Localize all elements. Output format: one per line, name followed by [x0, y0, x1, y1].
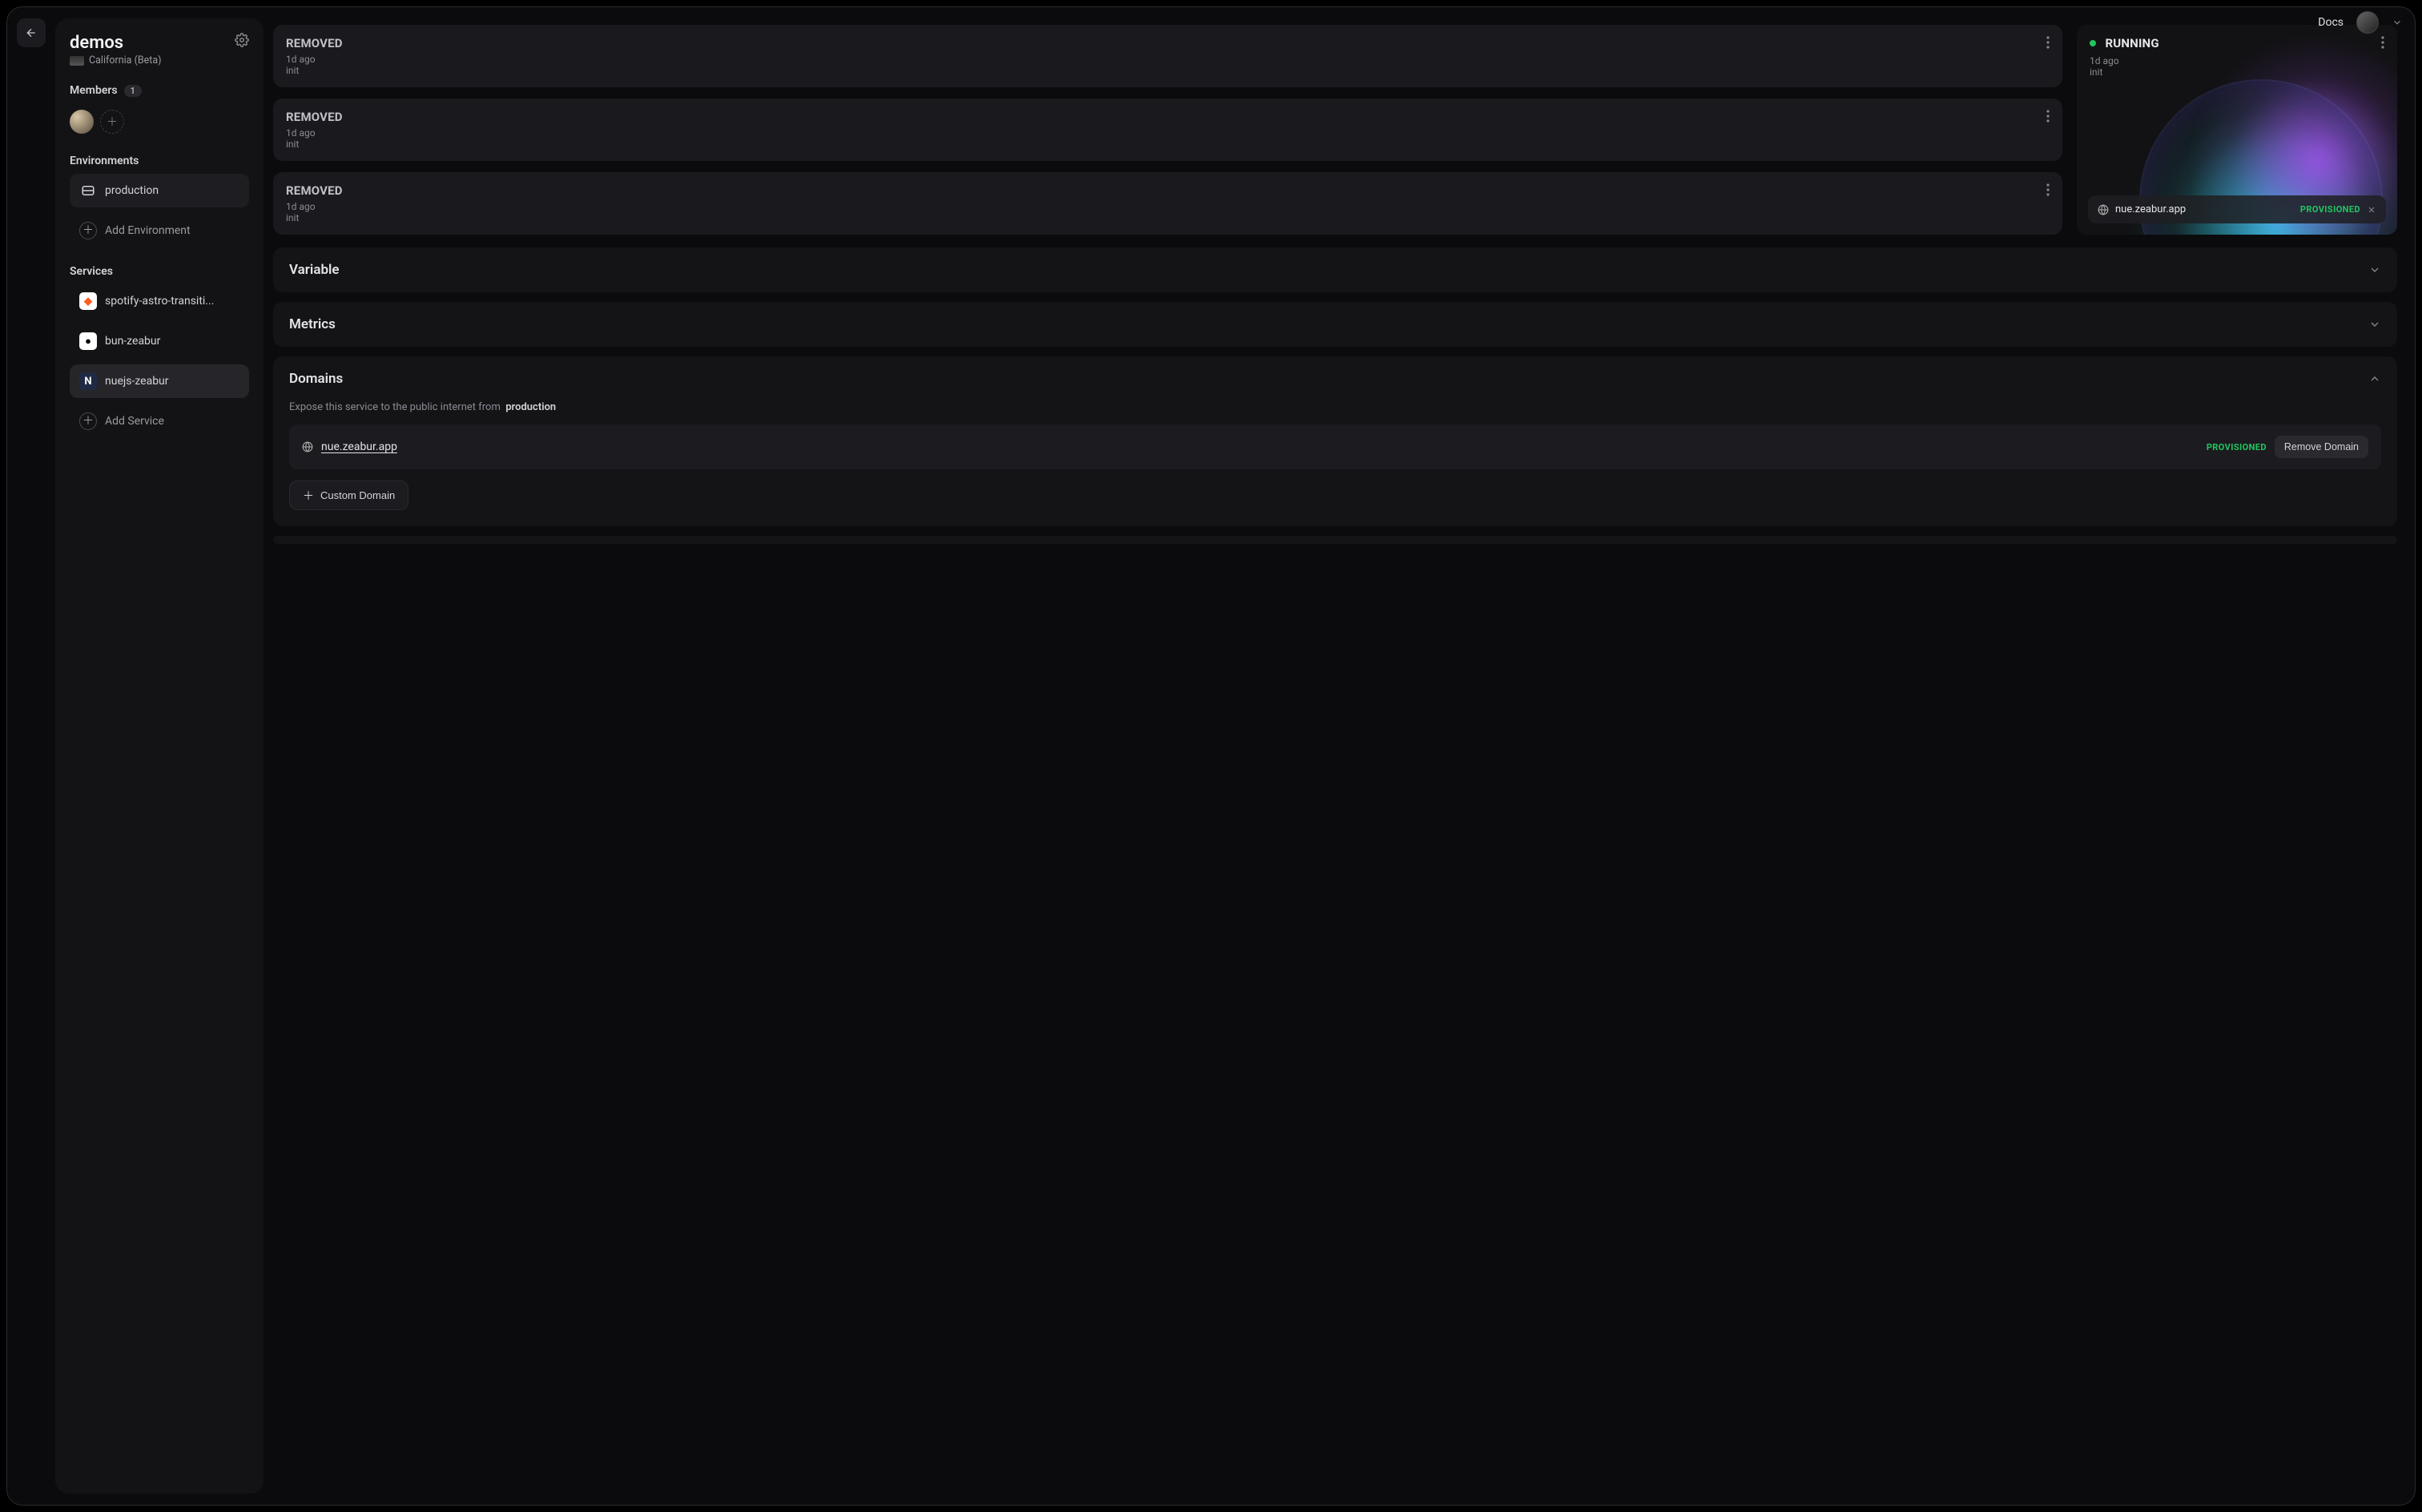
add-member-button[interactable]: ＋ — [100, 110, 124, 134]
back-button[interactable] — [17, 18, 46, 47]
globe-icon — [2098, 204, 2109, 215]
kebab-icon — [2046, 36, 2050, 49]
deployment-menu-button[interactable] — [2042, 33, 2054, 52]
variable-toggle[interactable]: Variable — [273, 247, 2397, 292]
deployment-time: 1d ago — [286, 201, 316, 212]
region-label: California (Beta) — [89, 54, 162, 66]
remove-domain-button[interactable]: Remove Domain — [2275, 436, 2368, 458]
section-title: Domains — [289, 371, 343, 387]
deployment-status: RUNNING — [2105, 36, 2158, 50]
custom-domain-button[interactable]: ＋ Custom Domain — [289, 481, 408, 510]
remove-domain-x-button[interactable] — [2367, 205, 2376, 215]
domains-toggle[interactable]: Domains — [273, 356, 2397, 401]
members-heading: Members 1 — [70, 84, 249, 97]
chevron-down-icon — [2368, 318, 2381, 331]
domain-url[interactable]: nue.zeabur.app — [2115, 203, 2186, 215]
members-count-badge: 1 — [124, 85, 142, 97]
deployment-card[interactable]: REMOVED 1d ago init — [273, 25, 2062, 87]
service-logo-icon: N — [79, 372, 97, 390]
plus-icon: ＋ — [303, 490, 314, 501]
aws-icon — [70, 56, 84, 66]
docs-link[interactable]: Docs — [2318, 16, 2344, 29]
running-deployment-card[interactable]: RUNNING 1d ago init nue.zeabur.app PR — [2077, 25, 2397, 235]
section-title: Variable — [289, 262, 340, 278]
service-item-label: spotify-astro-transiti... — [105, 295, 214, 308]
provisioned-label: PROVISIONED — [2207, 442, 2267, 452]
kebab-icon — [2046, 110, 2050, 123]
user-menu-chevron-icon[interactable] — [2392, 17, 2403, 28]
deployment-menu-button[interactable] — [2042, 180, 2054, 199]
service-item-label: bun-zeabur — [105, 335, 160, 348]
close-icon — [2367, 205, 2376, 215]
plus-circle-icon: ＋ — [79, 222, 97, 239]
chevron-up-icon — [2368, 372, 2381, 385]
environments-heading: Environments — [70, 155, 249, 167]
environments-label: Environments — [70, 155, 139, 167]
domain-pill: nue.zeabur.app PROVISIONED — [2088, 195, 2386, 223]
members-label: Members — [70, 84, 118, 97]
metrics-section: Metrics — [273, 302, 2397, 347]
service-item-spotify-astro[interactable]: ◆ spotify-astro-transiti... — [70, 284, 249, 318]
service-logo-icon: ● — [79, 332, 97, 350]
project-modal: demos California (Beta) Members 1 ＋ Envi… — [6, 6, 2416, 1506]
project-name: demos — [70, 33, 162, 53]
chevron-down-icon — [2368, 263, 2381, 276]
user-avatar[interactable] — [2356, 11, 2379, 34]
environment-icon — [79, 182, 97, 199]
domain-url-link[interactable]: nue.zeabur.app — [321, 440, 397, 453]
project-region: California (Beta) — [70, 54, 162, 66]
plus-circle-icon: ＋ — [79, 412, 97, 430]
metrics-toggle[interactable]: Metrics — [273, 302, 2397, 347]
deployment-status: REMOVED — [286, 183, 2050, 198]
service-item-label: nuejs-zeabur — [105, 375, 169, 388]
add-service-button[interactable]: ＋ Add Service — [70, 404, 249, 438]
kebab-icon — [2046, 183, 2050, 196]
provisioned-label: PROVISIONED — [2300, 204, 2360, 215]
member-avatar[interactable] — [70, 110, 94, 134]
section-peek — [273, 536, 2397, 544]
custom-domain-label: Custom Domain — [320, 489, 395, 501]
topbar: Docs — [2299, 0, 2422, 45]
deployment-ref: init — [286, 212, 299, 223]
deployment-ref: init — [286, 65, 299, 76]
services-label: Services — [70, 265, 113, 278]
gear-icon — [235, 33, 249, 47]
domains-section: Domains Expose this service to the publi… — [273, 356, 2397, 526]
service-detail-pane: REMOVED 1d ago init REMOVED 1d ago init — [264, 7, 2415, 1505]
section-title: Metrics — [289, 316, 336, 332]
deployment-time: 1d ago — [2090, 55, 2119, 66]
project-settings-button[interactable] — [235, 33, 249, 47]
status-dot-icon — [2090, 40, 2096, 46]
variable-section: Variable — [273, 247, 2397, 292]
deployment-status: REMOVED — [286, 36, 2050, 50]
deployment-card[interactable]: REMOVED 1d ago init — [273, 99, 2062, 161]
modal-rail — [7, 7, 55, 1505]
services-heading: Services — [70, 265, 249, 278]
service-item-bun-zeabur[interactable]: ● bun-zeabur — [70, 324, 249, 358]
arrow-left-icon — [25, 26, 38, 39]
domains-blurb-env: production — [505, 401, 556, 413]
add-service-label: Add Service — [105, 415, 164, 428]
globe-icon — [302, 441, 313, 452]
deployment-ref: init — [286, 139, 299, 150]
project-sidebar: demos California (Beta) Members 1 ＋ Envi… — [55, 18, 264, 1494]
deployment-time: 1d ago — [286, 54, 316, 65]
add-environment-button[interactable]: ＋ Add Environment — [70, 214, 249, 247]
domains-blurb-text: Expose this service to the public intern… — [289, 401, 501, 413]
environment-item-production[interactable]: production — [70, 174, 249, 207]
plus-icon: ＋ — [107, 114, 118, 130]
domain-entry: nue.zeabur.app PROVISIONED Remove Domain — [289, 424, 2381, 469]
deployments-row: REMOVED 1d ago init REMOVED 1d ago init — [273, 25, 2397, 235]
deployment-time: 1d ago — [286, 127, 316, 139]
service-item-nuejs-zeabur[interactable]: N nuejs-zeabur — [70, 364, 249, 398]
deployment-status: REMOVED — [286, 110, 2050, 124]
deployment-ref: init — [2090, 66, 2102, 78]
deployments-list: REMOVED 1d ago init REMOVED 1d ago init — [273, 25, 2062, 235]
deployment-menu-button[interactable] — [2042, 107, 2054, 126]
domains-blurb: Expose this service to the public intern… — [289, 401, 2381, 413]
service-logo-icon: ◆ — [79, 292, 97, 310]
environment-item-label: production — [105, 184, 159, 197]
add-environment-label: Add Environment — [105, 224, 191, 237]
deployment-card[interactable]: REMOVED 1d ago init — [273, 172, 2062, 235]
